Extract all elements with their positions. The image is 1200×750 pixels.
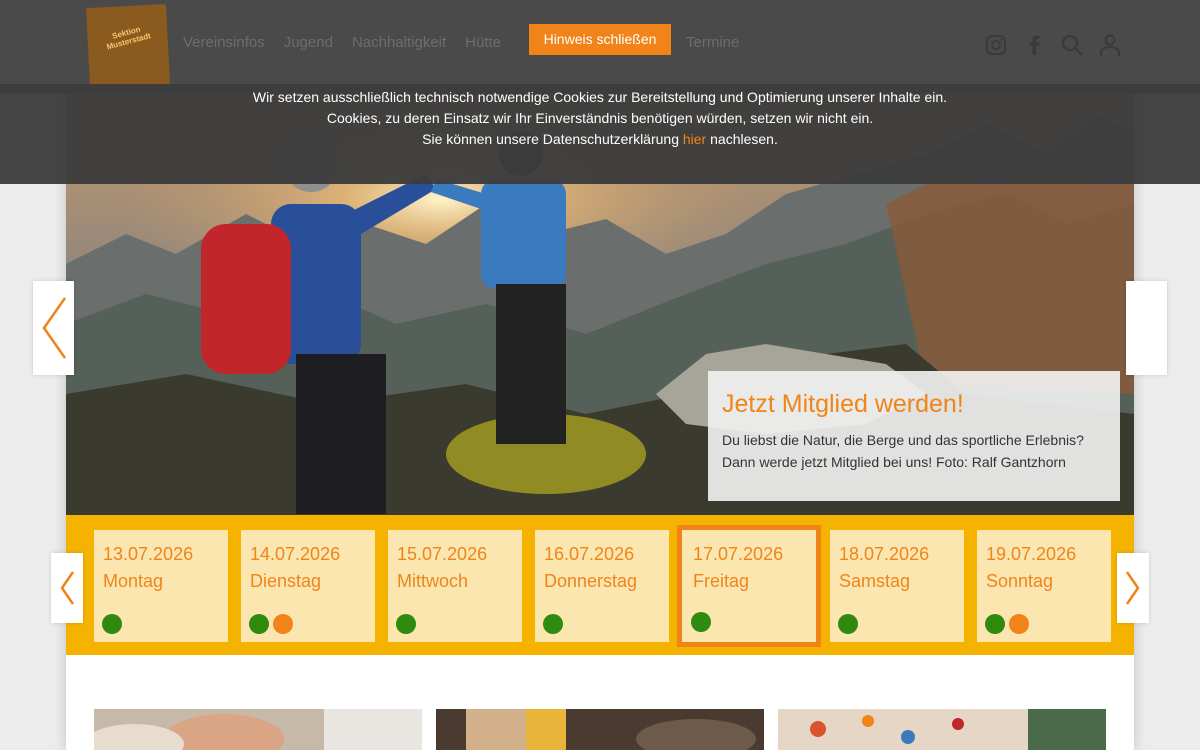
dismiss-cookie-button[interactable]: Hinweis schließen [529,24,671,55]
card-image [94,709,422,750]
teaser-line-2: Dann werde jetzt Mitglied bei uns! Foto:… [722,454,1066,470]
event-dot [985,614,1005,634]
event-dot [396,614,416,634]
calendar-day[interactable]: 15.07.2026 Mittwoch [388,530,522,642]
calendar-day-selected[interactable]: 17.07.2026 Freitag [677,525,821,647]
event-dot [102,614,122,634]
search-icon[interactable] [1060,33,1084,57]
event-dot [691,612,711,632]
cookie-text-line-3: Sie können unsere Datenschutzerklärung h… [422,131,778,147]
event-dot [1009,614,1029,634]
teaser-line-1: Du liebst die Natur, die Berge und das s… [722,432,1084,448]
facebook-icon[interactable] [1022,33,1046,57]
event-dot [543,614,563,634]
user-icon[interactable] [1098,33,1122,57]
calendar-prev-button[interactable] [51,553,83,623]
chevron-left-icon [41,297,66,359]
header-icons [984,33,1122,57]
privacy-policy-link[interactable]: hier [683,131,706,147]
teaser-card-2[interactable] [436,709,764,750]
event-indicators [838,614,858,634]
site-logo[interactable]: Sektion Musterstadt [85,3,171,89]
main-content: Jetzt Mitglied werden! Du liebst die Nat… [66,94,1134,750]
cookie-text-line-1: Wir setzen ausschließlich technisch notw… [252,89,948,105]
main-nav: Vereinsinfos Jugend Nachhaltigkeit Hütte [183,34,501,51]
nav-item-huette[interactable]: Hütte [465,34,501,51]
card-image [436,709,764,750]
event-indicators [102,614,122,634]
calendar-day[interactable]: 14.07.2026 Dienstag [241,530,375,642]
cookie-banner: Wir setzen ausschließlich technisch notw… [0,84,1200,184]
event-indicators [985,614,1029,634]
nav-item-termine[interactable]: Termine [686,34,739,51]
event-indicators [249,614,293,634]
calendar-day[interactable]: 18.07.2026 Samstag [830,530,964,642]
nav-item-nachhaltigkeit[interactable]: Nachhaltigkeit [352,34,446,51]
calendar-next-button[interactable] [1117,553,1149,623]
hero-prev-button[interactable] [33,281,74,375]
event-indicators [691,612,711,632]
event-dot [838,614,858,634]
teaser-card-1[interactable] [94,709,422,750]
membership-teaser[interactable]: Jetzt Mitglied werden! Du liebst die Nat… [708,371,1120,501]
cookie-text-line-2: Cookies, zu deren Einsatz wir Ihr Einver… [326,110,874,126]
teaser-title: Jetzt Mitglied werden! [722,390,964,418]
chevron-right-icon [1125,571,1140,605]
chevron-right-icon [1134,297,1159,359]
calendar-day[interactable]: 13.07.2026 Montag [94,530,228,642]
nav-item-vereinsinfos[interactable]: Vereinsinfos [183,34,265,51]
teaser-card-3[interactable] [778,709,1106,750]
logo-text: Sektion Musterstadt [105,24,152,52]
instagram-icon[interactable] [984,33,1008,57]
event-dot [249,614,269,634]
event-indicators [396,614,416,634]
event-dot [273,614,293,634]
card-image [778,709,1106,750]
calendar-day[interactable]: 19.07.2026 Sonntag [977,530,1111,642]
event-calendar: 13.07.2026 Montag 14.07.2026 Dienstag 15… [66,515,1134,655]
hero-next-button[interactable] [1126,281,1167,375]
calendar-day[interactable]: 16.07.2026 Donnerstag [535,530,669,642]
nav-item-jugend[interactable]: Jugend [284,34,333,51]
chevron-left-icon [60,571,75,605]
event-indicators [543,614,563,634]
